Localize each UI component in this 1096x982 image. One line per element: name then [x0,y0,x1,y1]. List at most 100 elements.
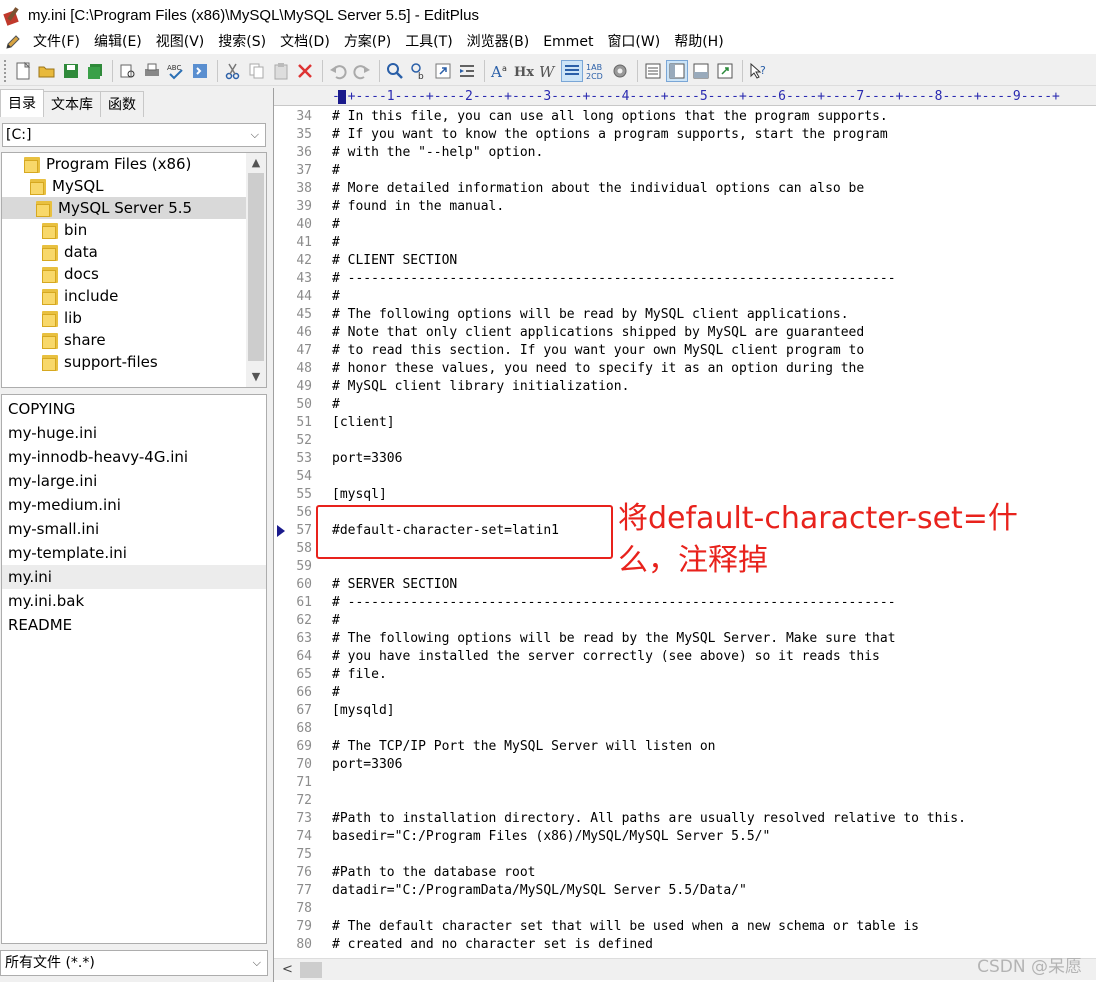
code-line[interactable]: # --------------------------------------… [332,594,896,612]
file-item[interactable]: my-medium.ini [2,493,266,517]
scroll-down-icon[interactable]: ▼ [246,367,266,387]
code-line[interactable]: # to read this section. If you want your… [332,342,864,360]
folder-tree-scrollbar[interactable]: ▲ ▼ [246,153,266,387]
file-filter-select[interactable]: 所有文件 (*.*) ⌵ [0,950,268,976]
code-line[interactable]: # [332,396,340,414]
code-line[interactable]: # The default character set that will be… [332,918,919,936]
menu-item[interactable]: 浏览器(B) [460,31,537,53]
menu-item[interactable]: 文件(F) [26,31,87,53]
code-line[interactable]: port=3306 [332,756,402,774]
folder-item[interactable]: MySQL Server 5.5 [2,197,246,219]
code-line[interactable]: # The following options will be read by … [332,306,849,324]
undo-icon[interactable] [327,60,349,82]
folder-item[interactable]: share [2,329,246,351]
file-item[interactable]: my.ini.bak [2,589,266,613]
file-item[interactable]: my-large.ini [2,469,266,493]
code-line[interactable]: # file. [332,666,387,684]
save-icon[interactable] [60,60,82,82]
folder-item[interactable]: docs [2,263,246,285]
chevron-down-icon[interactable]: ⌵ [253,951,261,975]
code-line[interactable]: # In this file, you can use all long opt… [332,108,888,126]
code-line[interactable]: # SERVER SECTION [332,576,457,594]
code-line[interactable]: # [332,684,340,702]
menu-item[interactable]: 搜索(S) [211,31,273,53]
code-line[interactable]: # The following options will be read by … [332,630,896,648]
chevron-down-icon[interactable]: ⌵ [251,124,259,146]
scroll-thumb[interactable] [300,962,322,978]
panel-tab[interactable]: 函数 [100,91,144,117]
code-line[interactable]: # MySQL client library initialization. [332,378,629,396]
line-number-icon[interactable]: 1AB 2CD [585,60,607,82]
file-item[interactable]: my-small.ini [2,517,266,541]
code-line[interactable]: # you have installed the server correctl… [332,648,880,666]
directory-window-icon[interactable] [666,59,688,82]
code-line[interactable]: #Path to the database root [332,864,536,882]
code-line[interactable]: # [332,216,340,234]
fullscreen-icon[interactable] [714,60,736,82]
goto-icon[interactable] [432,60,454,82]
code-line[interactable]: # found in the manual. [332,198,504,216]
code-line[interactable]: basedir="C:/Program Files (x86)/MySQL/My… [332,828,770,846]
folder-item[interactable]: MySQL [2,175,246,197]
new-file-icon[interactable] [12,60,34,82]
code-line[interactable]: # --------------------------------------… [332,270,896,288]
cut-icon[interactable] [222,60,244,82]
code-line[interactable]: # Note that only client applications shi… [332,324,864,342]
code-line[interactable]: # [332,612,340,630]
indent-icon[interactable] [456,60,478,82]
editplus-app-icon[interactable] [3,4,25,26]
browser-preview-icon[interactable] [189,60,211,82]
file-item[interactable]: COPYING [2,397,266,421]
line-format-icon[interactable] [561,59,583,82]
spell-check-icon[interactable]: ABC [165,60,187,82]
panel-tab[interactable]: 目录 [0,89,44,117]
folder-item[interactable]: data [2,241,246,263]
word-wrap-icon[interactable]: W [537,60,559,82]
folder-item[interactable]: support-files [2,351,246,373]
paste-icon[interactable] [270,60,292,82]
code-line[interactable]: # created and no character set is define… [332,936,653,954]
folder-item[interactable]: include [2,285,246,307]
horizontal-scrollbar[interactable]: < [274,958,1096,980]
code-line[interactable]: # CLIENT SECTION [332,252,457,270]
code-line[interactable]: datadir="C:/ProgramData/MySQL/MySQL Serv… [332,882,747,900]
settings-icon[interactable] [609,60,631,82]
print-preview-icon[interactable] [117,60,139,82]
font-icon[interactable]: Aa [489,60,511,82]
menu-item[interactable]: 编辑(E) [87,31,149,53]
panel-tab[interactable]: 文本库 [43,91,101,117]
save-all-icon[interactable] [84,60,106,82]
menu-item[interactable]: 帮助(H) [667,31,730,53]
code-line[interactable]: [mysqld] [332,702,395,720]
redo-icon[interactable] [351,60,373,82]
scroll-thumb[interactable] [248,173,264,361]
folder-item[interactable]: bin [2,219,246,241]
code-line[interactable]: port=3306 [332,450,402,468]
menu-item[interactable]: 工具(T) [398,31,459,53]
file-item[interactable]: my.ini [2,565,266,589]
code-line[interactable]: # [332,234,340,252]
menu-item[interactable]: 窗口(W) [600,31,667,53]
scroll-up-icon[interactable]: ▲ [246,153,266,173]
drive-select[interactable]: [C:] ⌵ [2,123,266,147]
file-item[interactable]: my-innodb-heavy-4G.ini [2,445,266,469]
toolbar-grip[interactable] [4,59,8,82]
find-icon[interactable] [384,60,406,82]
folder-item[interactable]: Program Files (x86) [2,153,246,175]
code-line[interactable]: [mysql] [332,486,387,504]
menu-item[interactable]: 视图(V) [149,31,212,53]
menu-item[interactable]: Emmet [536,31,600,53]
code-line[interactable]: # More detailed information about the in… [332,180,864,198]
replace-icon[interactable]: b [408,60,430,82]
scroll-left-icon[interactable]: < [282,959,293,981]
code-line[interactable]: #Path to installation directory. All pat… [332,810,966,828]
delete-icon[interactable] [294,60,316,82]
document-selector-icon[interactable] [642,60,664,82]
help-icon[interactable]: ? [747,60,769,82]
output-window-icon[interactable] [690,60,712,82]
file-item[interactable]: my-template.ini [2,541,266,565]
menu-item[interactable]: 方案(P) [337,31,398,53]
code-line[interactable]: # The TCP/IP Port the MySQL Server will … [332,738,716,756]
open-folder-icon[interactable] [36,60,58,82]
code-line[interactable]: # If you want to know the options a prog… [332,126,888,144]
